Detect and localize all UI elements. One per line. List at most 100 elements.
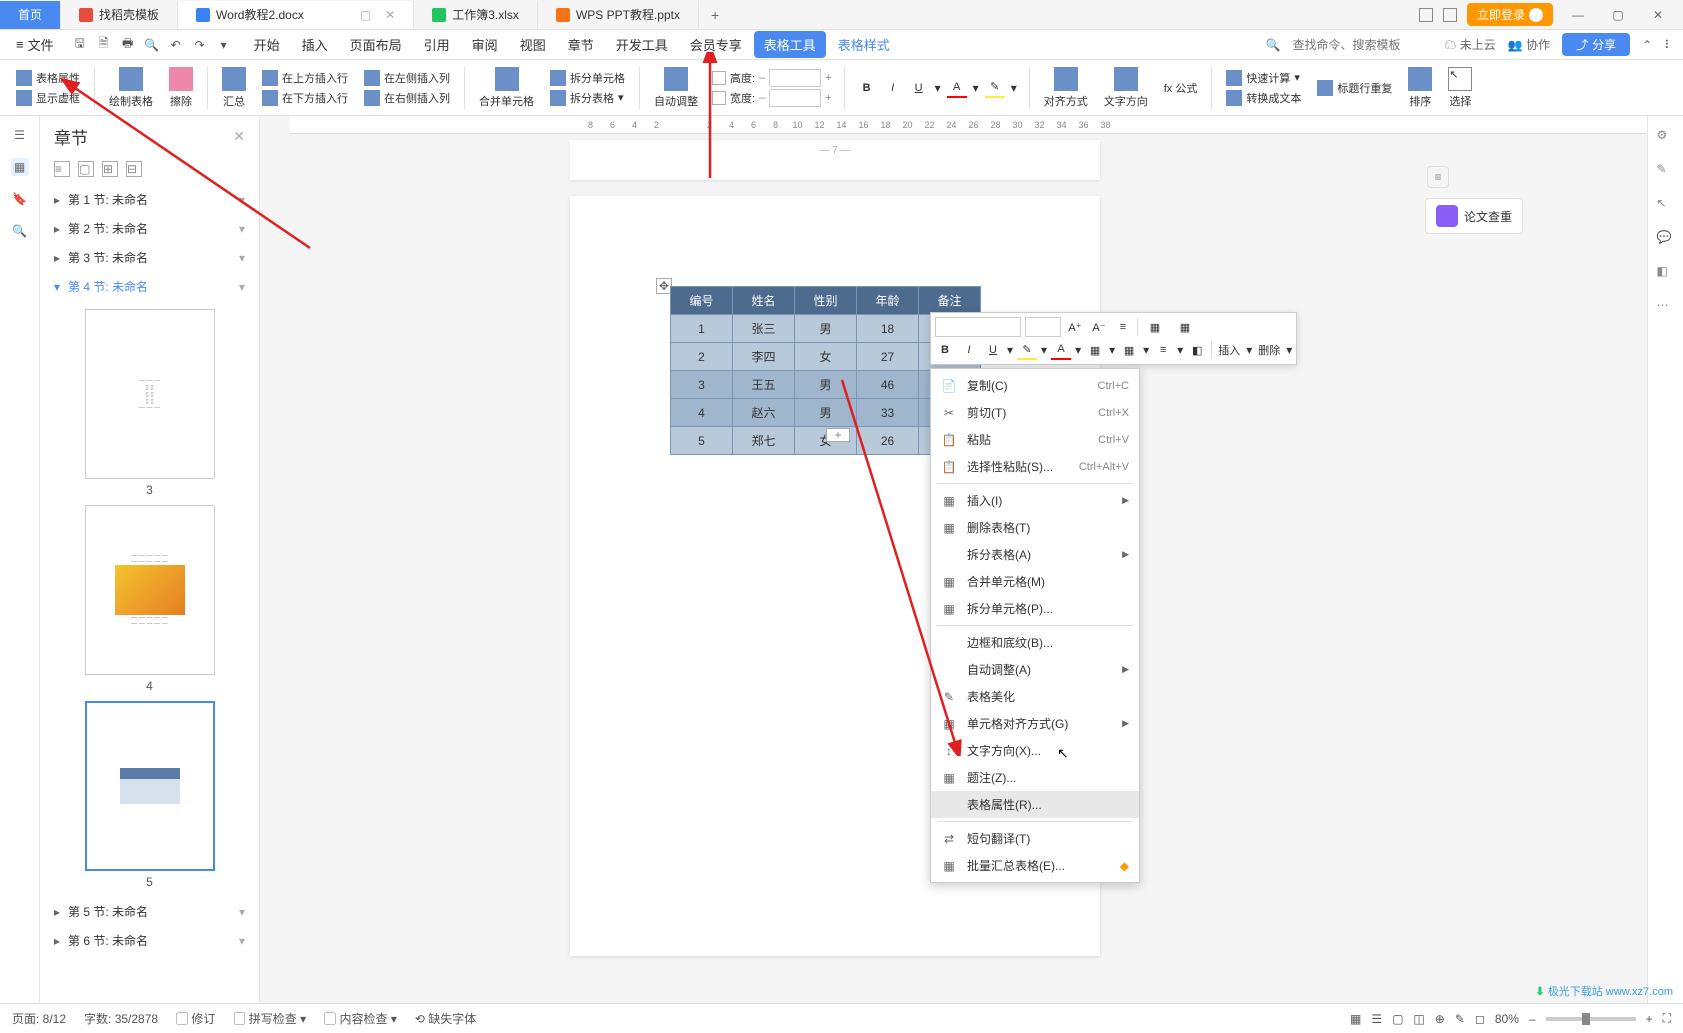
mini-shrink-font[interactable]: A⁻ bbox=[1089, 317, 1109, 337]
nav-item-5[interactable]: ▸第 5 节: 未命名▾ bbox=[48, 897, 251, 926]
view-mode-2[interactable]: ☰ bbox=[1371, 1012, 1382, 1026]
auto-fit-button[interactable]: 自动调整 bbox=[648, 67, 704, 109]
view-mode-5[interactable]: ⊕ bbox=[1435, 1012, 1445, 1026]
find-icon[interactable]: 🔍 bbox=[11, 222, 29, 240]
paper-check-button[interactable]: 论文查重 bbox=[1425, 198, 1523, 234]
tab-ppt[interactable]: WPS PPT教程.pptx bbox=[538, 1, 699, 29]
nav-tab-3[interactable]: ⊞ bbox=[102, 161, 118, 177]
draw-table-button[interactable]: 绘制表格 bbox=[103, 67, 159, 109]
ctx-batch-summary[interactable]: ▦批量汇总表格(E)...◆ bbox=[931, 852, 1139, 879]
zoom-in[interactable]: + bbox=[1646, 1012, 1653, 1026]
minimize-button[interactable]: — bbox=[1563, 3, 1593, 27]
tab-xlsx[interactable]: 工作簿3.xlsx bbox=[414, 1, 538, 29]
mini-fill[interactable]: ◧ bbox=[1187, 340, 1207, 360]
status-spell[interactable]: ▢ 拼写检查 ▾ bbox=[233, 1010, 306, 1027]
summary-button[interactable]: 汇总 bbox=[216, 67, 252, 109]
formula-button[interactable]: fx 公式 bbox=[1162, 79, 1200, 97]
ctx-insert[interactable]: ▦插入(I)▶ bbox=[931, 487, 1139, 514]
select-button[interactable]: ↖选择 bbox=[1442, 67, 1478, 109]
menu-review[interactable]: 审阅 bbox=[462, 31, 508, 58]
status-content[interactable]: ▢ 内容检查 ▾ bbox=[324, 1010, 397, 1027]
insert-right-button[interactable]: 在右侧插入列 bbox=[362, 89, 452, 107]
nav-item-6[interactable]: ▸第 6 节: 未命名▾ bbox=[48, 926, 251, 955]
ctx-cut[interactable]: ✂剪切(T)Ctrl+X bbox=[931, 399, 1139, 426]
ctx-table-properties[interactable]: 表格属性(R)... bbox=[931, 791, 1139, 818]
menu-start[interactable]: 开始 bbox=[244, 31, 290, 58]
italic-button[interactable]: I bbox=[883, 78, 903, 98]
bold-button[interactable]: B bbox=[857, 78, 877, 98]
thumb-5[interactable] bbox=[85, 701, 215, 871]
redo-icon[interactable]: ↷ bbox=[192, 37, 208, 53]
view-mode-4[interactable]: ◫ bbox=[1413, 1012, 1424, 1026]
mini-highlight[interactable]: ✎ bbox=[1017, 340, 1037, 360]
view-grid-2-icon[interactable] bbox=[1443, 8, 1457, 22]
file-menu[interactable]: ≡ 文件 bbox=[10, 35, 60, 54]
tab-template[interactable]: 找稻壳模板 bbox=[61, 1, 178, 29]
mini-size-input[interactable] bbox=[1025, 317, 1061, 337]
mini-align[interactable]: ≡ bbox=[1153, 340, 1173, 360]
merge-cells-button[interactable]: 合并单元格 bbox=[473, 67, 540, 109]
bookmark-icon[interactable]: 🔖 bbox=[11, 190, 29, 208]
insert-above-button[interactable]: 在上方插入行 bbox=[260, 69, 350, 87]
status-page[interactable]: 页面: 8/12 bbox=[12, 1010, 66, 1027]
split-table-button[interactable]: 拆分表格▾ bbox=[548, 89, 627, 107]
ctx-caption[interactable]: ▦题注(Z)... bbox=[931, 764, 1139, 791]
mini-underline[interactable]: U bbox=[983, 340, 1003, 360]
ctx-translate[interactable]: ⇄短句翻译(T) bbox=[931, 825, 1139, 852]
text-dir-button[interactable]: 文字方向 bbox=[1098, 67, 1154, 109]
rside-icon-5[interactable]: ◧ bbox=[1657, 264, 1675, 282]
undo-icon[interactable]: ↶ bbox=[168, 37, 184, 53]
mini-italic[interactable]: I bbox=[959, 340, 979, 360]
menu-table-tools[interactable]: 表格工具 bbox=[754, 31, 826, 58]
login-button[interactable]: 立即登录 bbox=[1467, 3, 1553, 26]
view-mode-1[interactable]: ▦ bbox=[1350, 1012, 1361, 1026]
nav-tab-2[interactable]: ▢ bbox=[78, 161, 94, 177]
fullscreen-icon[interactable]: ⛶ bbox=[1663, 1011, 1671, 1026]
print-preview-icon[interactable]: 🗎 bbox=[96, 37, 112, 53]
zoom-slider[interactable] bbox=[1546, 1017, 1636, 1021]
ctx-autofit[interactable]: 自动调整(A)▶ bbox=[931, 656, 1139, 683]
menu-insert[interactable]: 插入 bbox=[292, 31, 338, 58]
status-missing-font[interactable]: ⟲ 缺失字体 bbox=[415, 1010, 476, 1027]
qat-dropdown-icon[interactable]: ▾ bbox=[216, 37, 232, 53]
menu-layout[interactable]: 页面布局 bbox=[340, 31, 412, 58]
side-toggle-icon[interactable]: ≡ bbox=[1427, 166, 1449, 188]
mini-bold[interactable]: B bbox=[935, 340, 955, 360]
erase-button[interactable]: 擦除 bbox=[163, 67, 199, 109]
mini-font-input[interactable] bbox=[935, 317, 1021, 337]
nav-tab-4[interactable]: ⊟ bbox=[126, 161, 142, 177]
zoom-value[interactable]: 80% bbox=[1495, 1012, 1519, 1026]
tab-add[interactable]: + bbox=[699, 7, 731, 23]
ctx-merge-cells[interactable]: ▦合并单元格(M) bbox=[931, 568, 1139, 595]
ctx-cell-align[interactable]: ▦单元格对齐方式(G)▶ bbox=[931, 710, 1139, 737]
rside-icon-2[interactable]: ✎ bbox=[1657, 162, 1675, 180]
tab-home[interactable]: 首页 bbox=[0, 1, 61, 29]
menu-ref[interactable]: 引用 bbox=[414, 31, 460, 58]
width-input[interactable] bbox=[769, 89, 821, 107]
quick-calc-button[interactable]: 快速计算▾ bbox=[1224, 69, 1303, 87]
view-mode-3[interactable]: ▢ bbox=[1392, 1012, 1403, 1026]
preview-icon[interactable]: 🔍 bbox=[144, 37, 160, 53]
menu-table-style[interactable]: 表格样式 bbox=[828, 31, 900, 58]
ctx-split-table[interactable]: 拆分表格(A)▶ bbox=[931, 541, 1139, 568]
zoom-fit[interactable]: ◻ bbox=[1475, 1012, 1485, 1026]
rside-icon-1[interactable]: ⚙ bbox=[1657, 128, 1675, 146]
menu-section[interactable]: 章节 bbox=[558, 31, 604, 58]
thumb-3[interactable]: — — —▯ ▯▯ ▯▯ ▯— — — bbox=[85, 309, 215, 479]
nav-item-3[interactable]: ▸第 3 节: 未命名▾ bbox=[48, 243, 251, 272]
nav-item-1[interactable]: ▸第 1 节: 未命名▾ bbox=[48, 185, 251, 214]
insert-below-button[interactable]: 在下方插入行 bbox=[260, 89, 350, 107]
save-icon[interactable]: 🖫 bbox=[72, 37, 88, 53]
collapse-ribbon-icon[interactable]: ⌃ bbox=[1642, 38, 1652, 52]
nav-item-2[interactable]: ▸第 2 节: 未命名▾ bbox=[48, 214, 251, 243]
status-words[interactable]: 字数: 35/2878 bbox=[84, 1010, 158, 1027]
ruler-icon[interactable]: ✎ bbox=[1455, 1012, 1465, 1026]
mini-insert-menu[interactable]: 插入 bbox=[1216, 340, 1242, 360]
underline-button[interactable]: U bbox=[909, 78, 929, 98]
rside-icon-4[interactable]: 💬 bbox=[1657, 230, 1675, 248]
print-icon[interactable]: 🖶 bbox=[120, 37, 136, 53]
table-header-row[interactable]: 编号姓名性别年龄备注 bbox=[671, 287, 981, 315]
status-track[interactable]: ▢ 修订 bbox=[176, 1010, 215, 1027]
align-button[interactable]: 对齐方式 bbox=[1038, 67, 1094, 109]
menu-view[interactable]: 视图 bbox=[510, 31, 556, 58]
